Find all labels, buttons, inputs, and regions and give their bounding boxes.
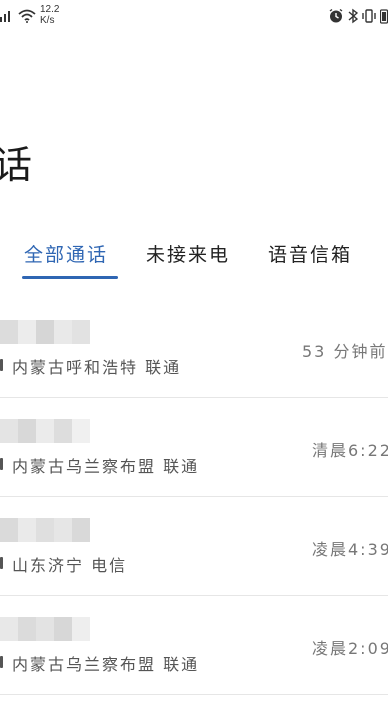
- wifi-icon: [18, 9, 36, 23]
- signal-icon: [0, 11, 10, 22]
- active-tab-indicator: [22, 276, 118, 279]
- tab-missed-calls[interactable]: 未接来电: [146, 240, 230, 267]
- blurred-contact-name: [0, 518, 90, 542]
- row-divider: [0, 397, 388, 398]
- sim-card-icon: [0, 359, 3, 371]
- page-title: 话: [0, 143, 33, 187]
- call-log-item[interactable]: 山东济宁 电信 凌晨4:39: [0, 498, 388, 596]
- call-time: 清晨6:22: [312, 441, 388, 460]
- network-speed-unit: K/s: [40, 15, 55, 26]
- sim-card-icon: [0, 458, 3, 470]
- call-log-item[interactable]: 内蒙古乌兰察布盟 联通 凌晨2:09: [0, 597, 388, 695]
- row-divider: [0, 496, 388, 497]
- sim-card-icon: [0, 557, 3, 569]
- call-time: 53 分钟前: [302, 342, 388, 361]
- sim-card-icon: [0, 656, 3, 668]
- caller-location: 内蒙古乌兰察布盟 联通: [12, 457, 200, 476]
- caller-location: 山东济宁 电信: [12, 556, 128, 575]
- call-time: 凌晨4:39: [312, 540, 388, 559]
- alarm-icon: [329, 8, 343, 23]
- row-divider: [0, 595, 388, 596]
- network-speed: 12.2 K/s: [40, 4, 59, 26]
- status-left: 12.2 K/s: [0, 4, 59, 26]
- vibrate-icon: [362, 9, 376, 23]
- battery-icon: [380, 9, 388, 24]
- tab-all-calls[interactable]: 全部通话: [24, 240, 108, 267]
- status-bar: 12.2 K/s: [0, 0, 388, 34]
- blurred-contact-name: [0, 617, 90, 641]
- bluetooth-icon: [348, 8, 358, 24]
- call-log-item[interactable]: 内蒙古乌兰察布盟 联通 清晨6:22: [0, 399, 388, 497]
- network-speed-value: 12.2: [40, 4, 60, 15]
- caller-location: 内蒙古呼和浩特 联通: [12, 358, 182, 377]
- tab-voicemail[interactable]: 语音信箱: [268, 240, 352, 267]
- blurred-contact-name: [0, 320, 90, 344]
- call-tabs: 全部通话 未接来电 语音信箱: [0, 240, 388, 284]
- caller-location: 内蒙古乌兰察布盟 联通: [12, 655, 200, 674]
- call-log-item[interactable]: 内蒙古呼和浩特 联通 53 分钟前: [0, 300, 388, 398]
- status-right: [328, 8, 388, 24]
- blurred-contact-name: [0, 419, 90, 443]
- row-divider: [0, 694, 388, 695]
- call-time: 凌晨2:09: [312, 639, 388, 658]
